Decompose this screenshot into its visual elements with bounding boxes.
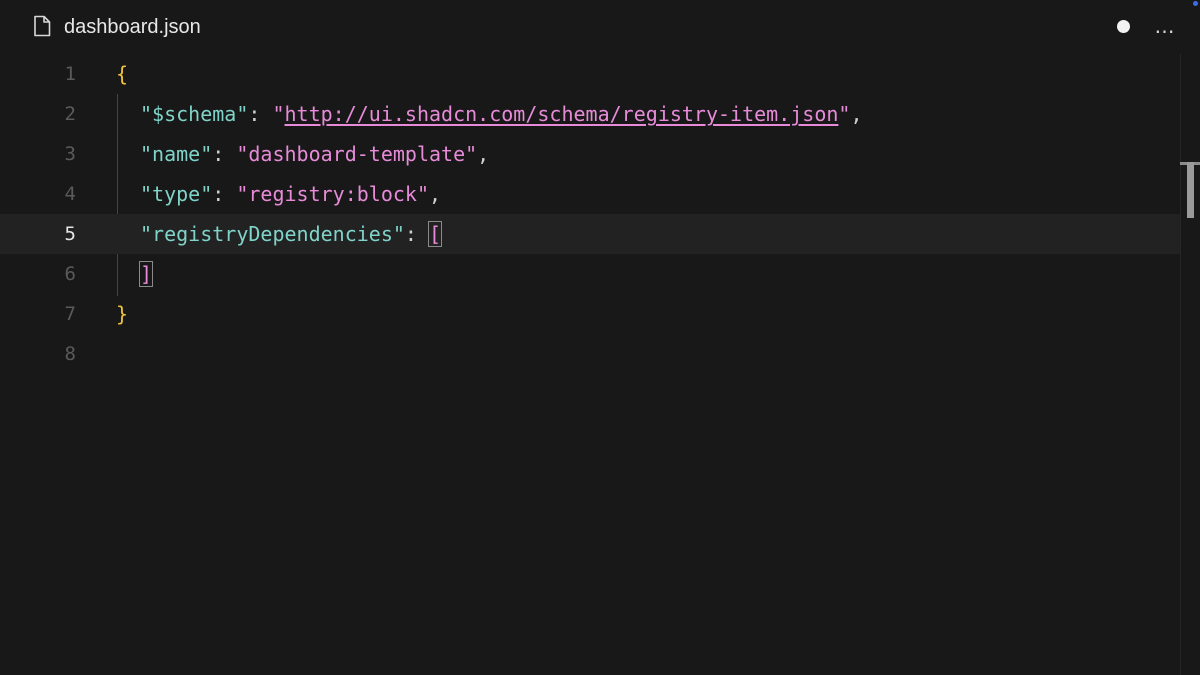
code-text: "name": "dashboard-template", bbox=[140, 134, 489, 174]
json-quote: " bbox=[272, 102, 285, 126]
tab-bar: dashboard.json … bbox=[0, 0, 1200, 54]
json-separator: : bbox=[212, 142, 237, 166]
line-number: 2 bbox=[64, 103, 76, 125]
code-text: "registryDependencies": [ bbox=[140, 214, 443, 254]
json-quote: " bbox=[838, 102, 851, 126]
code-text: "type": "registry:block", bbox=[140, 174, 441, 214]
json-separator: : bbox=[212, 182, 237, 206]
tab-dashboard-json[interactable]: dashboard.json bbox=[0, 0, 1200, 54]
code-editor[interactable]: 1 { 2 "$schema": "http://ui.shadcn.com/s… bbox=[0, 54, 1200, 675]
json-separator: : bbox=[248, 102, 273, 126]
tab-title: dashboard.json bbox=[64, 16, 201, 38]
json-key: "registryDependencies" bbox=[140, 222, 405, 246]
json-value: "dashboard-template" bbox=[236, 142, 478, 166]
file-icon bbox=[34, 15, 51, 37]
json-comma: , bbox=[850, 102, 863, 126]
code-text: ] bbox=[138, 254, 154, 294]
json-comma: , bbox=[429, 182, 442, 206]
open-bracket-match: [ bbox=[427, 221, 443, 247]
code-line-6[interactable]: 6 ] bbox=[0, 254, 1180, 294]
close-bracket-match: ] bbox=[138, 261, 154, 287]
schema-url-link[interactable]: http://ui.shadcn.com/schema/registry-ite… bbox=[285, 102, 839, 126]
json-separator: : bbox=[404, 222, 429, 246]
json-value: "registry:block" bbox=[236, 182, 429, 206]
line-number: 4 bbox=[64, 183, 76, 205]
line-number: 1 bbox=[64, 63, 76, 85]
notification-dot-icon bbox=[1193, 1, 1198, 6]
code-line-8[interactable]: 8 bbox=[0, 334, 1180, 374]
scrollbar-thumb[interactable] bbox=[1187, 162, 1194, 218]
code-line-3[interactable]: 3 "name": "dashboard-template", bbox=[0, 134, 1180, 174]
code-line-2[interactable]: 2 "$schema": "http://ui.shadcn.com/schem… bbox=[0, 94, 1180, 134]
json-key: "name" bbox=[140, 142, 213, 166]
line-number: 7 bbox=[64, 303, 76, 325]
line-number: 3 bbox=[64, 143, 76, 165]
json-key: "$schema" bbox=[140, 102, 249, 126]
unsaved-dot-icon[interactable] bbox=[1117, 20, 1130, 33]
json-comma: , bbox=[477, 142, 490, 166]
line-number: 8 bbox=[64, 343, 76, 365]
line-number: 6 bbox=[64, 263, 76, 285]
line-number: 5 bbox=[64, 223, 76, 245]
vertical-scrollbar[interactable] bbox=[1180, 54, 1200, 675]
code-text: "$schema": "http://ui.shadcn.com/schema/… bbox=[140, 94, 863, 134]
code-line-7[interactable]: 7 } bbox=[0, 294, 1180, 334]
close-brace: } bbox=[116, 302, 129, 326]
open-brace: { bbox=[116, 62, 129, 86]
more-actions-icon[interactable]: … bbox=[1152, 12, 1178, 40]
code-line-4[interactable]: 4 "type": "registry:block", bbox=[0, 174, 1180, 214]
json-key: "type" bbox=[140, 182, 213, 206]
code-line-1[interactable]: 1 { bbox=[0, 54, 1180, 94]
code-line-5-current[interactable]: 5 "registryDependencies": [ bbox=[0, 214, 1180, 254]
